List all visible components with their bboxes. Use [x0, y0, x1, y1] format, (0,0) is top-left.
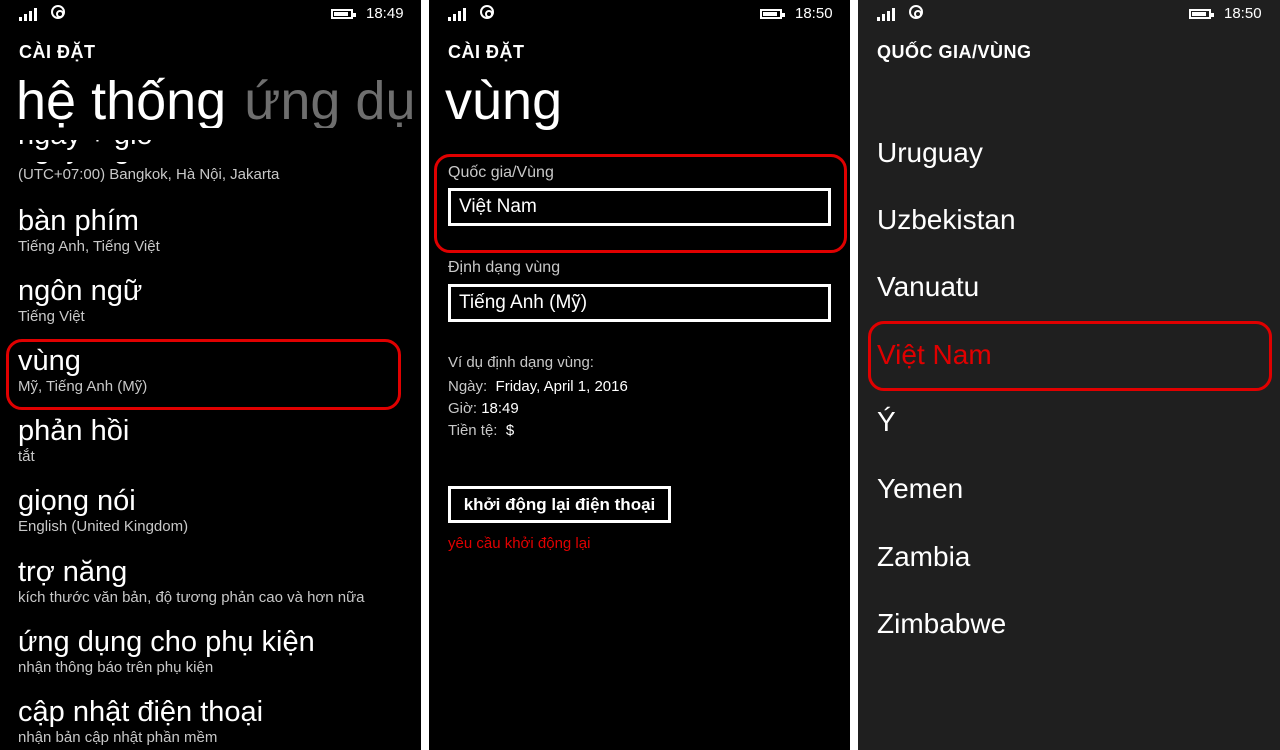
- item-subtitle: nhận bản cập nhật phần mềm: [18, 729, 218, 746]
- settings-item-phone-update[interactable]: cập nhật điện thoại nhận bản cập nhật ph…: [18, 695, 411, 746]
- example-time: Giờ: 18:49: [448, 400, 519, 417]
- format-select[interactable]: Tiếng Anh (Mỹ): [448, 284, 831, 322]
- item-title: giọng nói: [18, 485, 136, 517]
- item-title: ngôn ngữ: [18, 275, 143, 307]
- highlight-ring-country: [434, 154, 847, 253]
- clock: 18:50: [1224, 5, 1262, 22]
- settings-item-feedback[interactable]: phản hồi tắt: [18, 414, 411, 465]
- example-date: Ngày: Friday, April 1, 2016: [448, 378, 628, 395]
- signal-icon: [19, 7, 43, 21]
- settings-item-ease-of-access[interactable]: trợ năng kích thước văn bản, độ tương ph…: [18, 555, 411, 606]
- country-option[interactable]: Vanuatu: [877, 270, 979, 304]
- battery-icon: [1189, 9, 1214, 19]
- wifi-icon: [909, 5, 923, 19]
- country-option[interactable]: Uzbekistan: [877, 203, 1016, 237]
- clipped-title: ngày + giờ: [18, 140, 398, 162]
- battery-icon: [331, 9, 356, 19]
- signal-icon: [448, 7, 472, 21]
- settings-item-accessory-apps[interactable]: ứng dụng cho phụ kiện nhận thông báo trê…: [18, 625, 411, 676]
- country-option[interactable]: Ý: [877, 405, 896, 439]
- country-option[interactable]: Uruguay: [877, 136, 983, 170]
- pivot-system[interactable]: hệ thống: [16, 71, 226, 131]
- settings-item-speech[interactable]: giọng nói English (United Kingdom): [18, 484, 411, 535]
- settings-header: CÀI ĐẶT: [19, 42, 96, 62]
- item-title: ứng dụng cho phụ kiện: [18, 626, 315, 658]
- restart-phone-button[interactable]: khởi động lại điện thoại: [448, 486, 671, 523]
- country-option[interactable]: Zimbabwe: [877, 607, 1006, 641]
- item-title: trợ năng: [18, 556, 128, 588]
- item-subtitle: Tiếng Việt: [18, 308, 85, 325]
- example-heading: Ví dụ định dạng vùng:: [448, 354, 594, 371]
- wifi-icon: [51, 5, 65, 19]
- country-option[interactable]: Zambia: [877, 540, 970, 574]
- item-subtitle: (UTC+07:00) Bangkok, Hà Nội, Jakarta: [18, 166, 280, 183]
- item-title: phản hồi: [18, 415, 130, 447]
- restart-required-note: yêu cầu khởi động lại: [448, 535, 591, 552]
- settings-item-language[interactable]: ngôn ngữ Tiếng Việt: [18, 274, 411, 325]
- settings-item-keyboard[interactable]: bàn phím Tiếng Anh, Tiếng Việt: [18, 204, 411, 255]
- clock: 18:49: [366, 5, 404, 22]
- item-subtitle: Tiếng Anh, Tiếng Việt: [18, 238, 160, 255]
- example-currency: Tiền tệ: $: [448, 422, 515, 439]
- item-subtitle: kích thước văn bản, độ tương phản cao và…: [18, 589, 365, 606]
- highlight-ring-selected-country: [868, 321, 1272, 391]
- country-picker-screen: 18:50 QUỐC GIA/VÙNG Uruguay Uzbekistan V…: [858, 0, 1280, 750]
- pivot-header: hệ thống ứng dụ: [16, 66, 415, 136]
- item-subtitle: English (United Kingdom): [18, 518, 189, 535]
- format-label: Định dạng vùng: [448, 259, 561, 276]
- picker-header: QUỐC GIA/VÙNG: [877, 42, 1032, 62]
- item-subtitle: nhận thông báo trên phụ kiện: [18, 659, 214, 676]
- signal-icon: [877, 7, 901, 21]
- region-settings-screen: 18:50 CÀI ĐẶT vùng Quốc gia/Vùng Việt Na…: [429, 0, 850, 750]
- item-title: cập nhật điện thoại: [18, 696, 264, 728]
- highlight-ring-region: [6, 339, 401, 410]
- wifi-icon: [480, 5, 494, 19]
- item-title: bàn phím: [18, 205, 139, 237]
- item-subtitle: tắt: [18, 448, 35, 465]
- settings-header: CÀI ĐẶT: [448, 42, 525, 62]
- settings-system-screen: 18:49 CÀI ĐẶT hệ thốngứng dụ ngày + giờ …: [0, 0, 421, 750]
- battery-icon: [760, 9, 785, 19]
- clock: 18:50: [795, 5, 833, 22]
- pivot-applications[interactable]: ứng dụ: [244, 71, 415, 131]
- page-title: vùng: [445, 71, 563, 131]
- country-option[interactable]: Yemen: [877, 472, 963, 506]
